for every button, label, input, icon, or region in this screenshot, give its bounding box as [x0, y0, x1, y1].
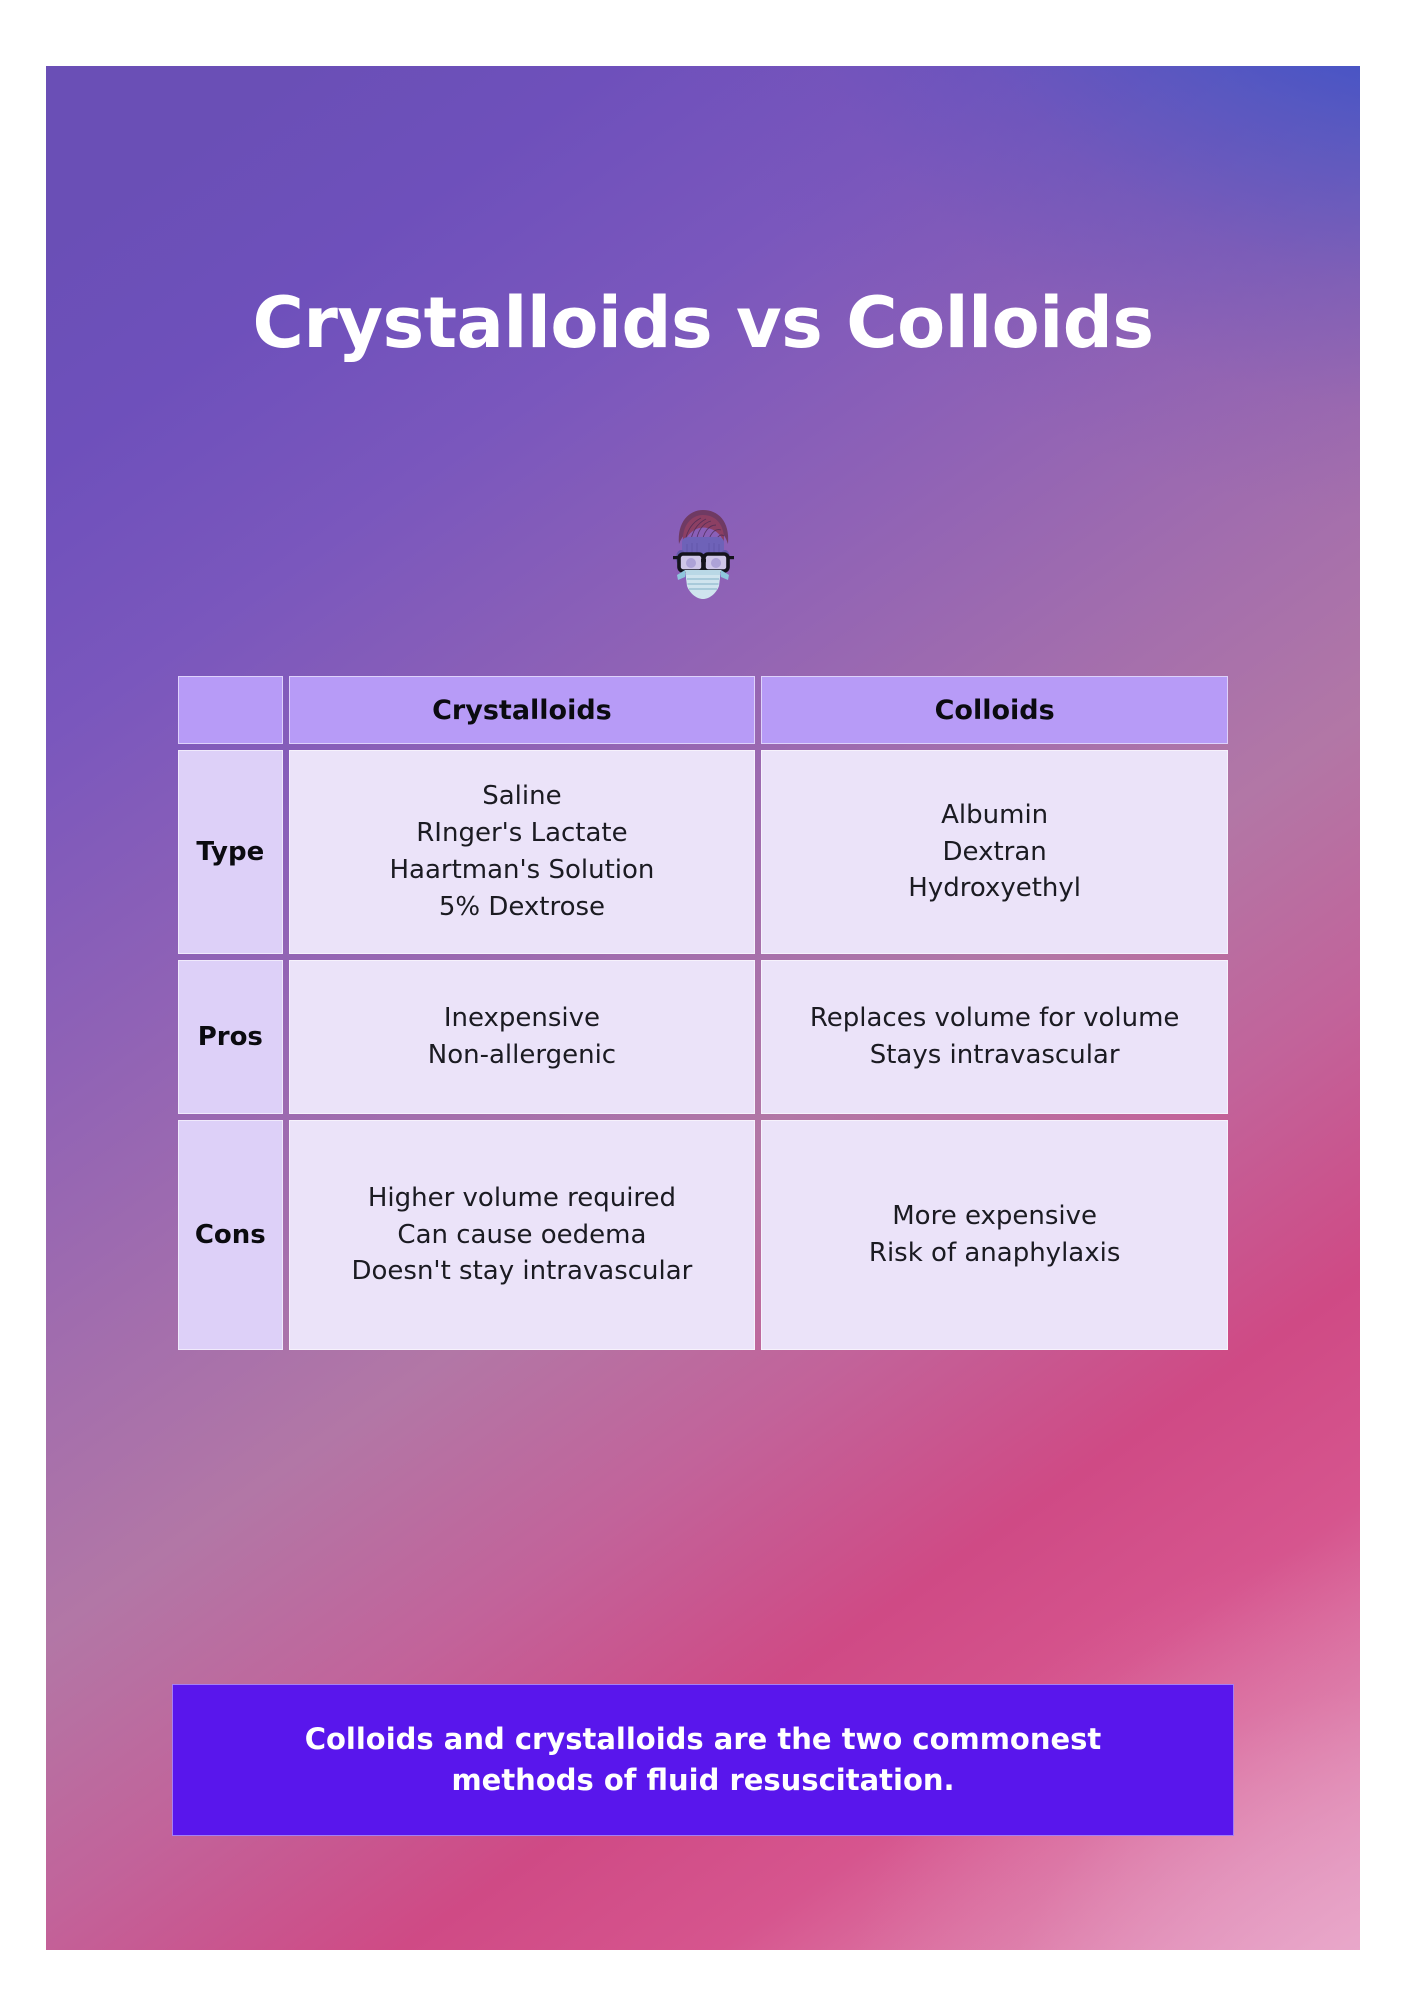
table-header-row: Crystalloids Colloids: [178, 676, 1228, 744]
cell-line: More expensive: [892, 1201, 1098, 1232]
cell-line: RInger's Lactate: [416, 818, 628, 849]
cell-pros-colloids: Replaces volume for volume Stays intrava…: [761, 960, 1228, 1114]
row-label-type: Type: [178, 750, 283, 954]
cell-line: Saline: [482, 781, 562, 812]
cell-line: Can cause oedema: [397, 1219, 647, 1250]
table-row-cons: Cons Higher volume required Can cause oe…: [178, 1120, 1228, 1350]
row-label-pros: Pros: [178, 960, 283, 1114]
cell-line: Doesn't stay intravascular: [351, 1256, 693, 1287]
cell-line: Non-allergenic: [427, 1040, 617, 1070]
cell-line: Stays intravascular: [869, 1040, 1120, 1070]
table-row-type: Type Saline RInger's Lactate Haartman's …: [178, 750, 1228, 954]
table-header-blank: [178, 676, 283, 744]
cell-line: Risk of anaphylaxis: [868, 1238, 1121, 1268]
cell-cons-colloids: More expensive Risk of anaphylaxis: [761, 1120, 1228, 1350]
page-title: Crystalloids vs Colloids: [252, 281, 1154, 364]
cell-type-colloids: Albumin Dextran Hydroxyethyl: [761, 750, 1228, 954]
summary-banner-text: Colloids and crystalloids are the two co…: [304, 1721, 1102, 1797]
cell-line: Higher volume required: [367, 1182, 677, 1213]
table-row-pros: Pros Inexpensive Non-allergenic Replaces…: [178, 960, 1228, 1114]
cell-cons-crystalloids: Higher volume required Can cause oedema …: [288, 1120, 756, 1350]
cell-type-crystalloids: Saline RInger's Lactate Haartman's Solut…: [288, 750, 756, 954]
table-header-crystalloids: Crystalloids: [288, 676, 756, 744]
cell-line: Haartman's Solution: [389, 855, 655, 885]
comparison-table: Crystalloids Colloids Type Saline RInger…: [172, 670, 1234, 1356]
cell-line: Replaces volume for volume: [809, 1003, 1180, 1034]
page-root: Crystalloids vs Colloids Crystalloids Co…: [0, 0, 1409, 2000]
cell-line: Hydroxyethyl: [908, 873, 1081, 904]
cell-line: Albumin: [941, 799, 1049, 830]
cell-line: Dextran: [942, 836, 1047, 867]
cell-line: Inexpensive: [443, 1003, 601, 1034]
summary-banner: Colloids and crystalloids are the two co…: [172, 1684, 1234, 1836]
poster-panel: Crystalloids vs Colloids Crystalloids Co…: [46, 66, 1360, 1950]
poster-content: Crystalloids vs Colloids Crystalloids Co…: [46, 66, 1360, 1950]
table-header-colloids: Colloids: [761, 676, 1228, 744]
doctor-face-mask-icon: [665, 504, 741, 602]
comparison-table-wrapper: Crystalloids Colloids Type Saline RInger…: [172, 670, 1234, 1356]
row-label-cons: Cons: [178, 1120, 283, 1350]
cell-pros-crystalloids: Inexpensive Non-allergenic: [288, 960, 756, 1114]
cell-line: 5% Dextrose: [438, 891, 606, 922]
